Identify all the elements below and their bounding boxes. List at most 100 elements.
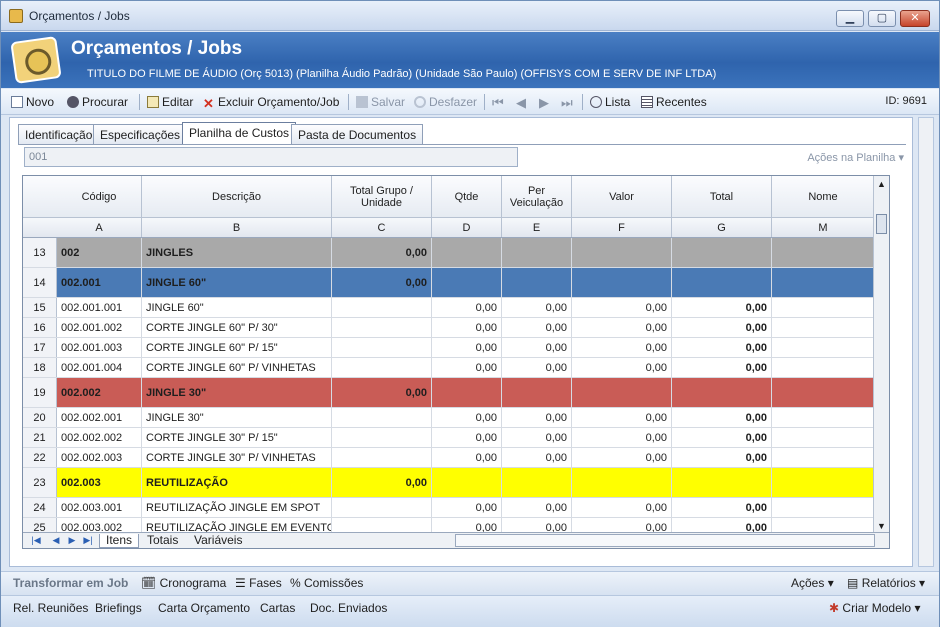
grid-cell[interactable]: 0,00 bbox=[672, 428, 772, 447]
prev-sheet-icon[interactable]: ◀ bbox=[51, 535, 61, 546]
grid-cell[interactable]: JINGLE 60" bbox=[142, 298, 332, 317]
grid-vertical-scrollbar[interactable]: ▲ ▼ bbox=[873, 176, 889, 534]
sheet-tab-variaveis[interactable]: Variáveis bbox=[188, 534, 248, 548]
previous-record-button[interactable]: ◀ bbox=[516, 95, 526, 111]
grid-cell[interactable]: 0,00 bbox=[432, 358, 502, 377]
grid-cell[interactable]: 0,00 bbox=[572, 338, 672, 357]
grid-cell[interactable]: 0,00 bbox=[432, 338, 502, 357]
grid-cell[interactable]: 002 bbox=[57, 238, 142, 267]
procurar-button[interactable]: Procurar bbox=[67, 95, 128, 109]
grid-cell[interactable]: 0,00 bbox=[572, 298, 672, 317]
column-letter[interactable]: M bbox=[772, 218, 875, 237]
grid-cell[interactable] bbox=[772, 338, 875, 357]
next-sheet-icon[interactable]: ▶ bbox=[67, 535, 77, 546]
grid-cell[interactable]: 002.001.001 bbox=[57, 298, 142, 317]
table-row[interactable]: 20 002.002.001 JINGLE 30" 0,00 0,00 0,00 0,00 bbox=[23, 408, 875, 428]
grid-cell[interactable]: 0,00 bbox=[672, 318, 772, 337]
column-header[interactable]: Código bbox=[57, 176, 142, 217]
novo-button[interactable]: Novo bbox=[11, 95, 54, 109]
table-row[interactable]: 17 002.001.003 CORTE JINGLE 60" P/ 15" 0,00… bbox=[23, 338, 875, 358]
grid-cell[interactable]: 0,00 bbox=[672, 338, 772, 357]
briefings-link[interactable]: Briefings bbox=[95, 601, 142, 615]
group-row[interactable]: 14 002.001 JINGLE 60" 0,00 bbox=[23, 268, 875, 298]
doc-enviados-link[interactable]: Doc. Enviados bbox=[310, 601, 387, 615]
grid-cell[interactable] bbox=[572, 468, 672, 497]
group-row[interactable]: 19 002.002 JINGLE 30" 0,00 bbox=[23, 378, 875, 408]
table-row[interactable]: 15 002.001.001 JINGLE 60" 0,00 0,00 0,00 0,00 bbox=[23, 298, 875, 318]
lista-button[interactable]: Lista bbox=[590, 95, 630, 109]
grid-cell[interactable] bbox=[772, 428, 875, 447]
grid-cell[interactable] bbox=[332, 298, 432, 317]
spreadsheet-grid[interactable]: Código Descrição Total Grupo / Unidade Qtde… bbox=[22, 175, 890, 549]
grid-cell[interactable]: 0,00 bbox=[572, 448, 672, 467]
grid-cell[interactable]: 0,00 bbox=[502, 428, 572, 447]
column-header[interactable]: Descrição bbox=[142, 176, 332, 217]
grid-cell[interactable] bbox=[772, 238, 875, 267]
column-header[interactable]: Nome bbox=[772, 176, 875, 217]
carta-orcamento-link[interactable]: Carta Orçamento bbox=[158, 601, 250, 615]
table-row[interactable]: 22 002.002.003 CORTE JINGLE 30" P/ VINHETA… bbox=[23, 448, 875, 468]
title-bar[interactable]: Orçamentos / Jobs ▁ ▢ ✕ bbox=[1, 1, 939, 31]
grid-cell[interactable] bbox=[772, 408, 875, 427]
grid-cell[interactable]: 0,00 bbox=[432, 408, 502, 427]
grid-cell[interactable]: JINGLE 60" bbox=[142, 268, 332, 297]
rel-reunioes-link[interactable]: Rel. Reuniões bbox=[13, 601, 88, 615]
tab-pasta-de-documentos[interactable]: Pasta de Documentos bbox=[291, 124, 424, 144]
grid-cell[interactable]: 0,00 bbox=[432, 428, 502, 447]
table-row[interactable]: 21 002.002.002 CORTE JINGLE 30" P/ 15" 0,00… bbox=[23, 428, 875, 448]
grid-cell[interactable] bbox=[332, 338, 432, 357]
grid-cell[interactable]: CORTE JINGLE 30" P/ 15" bbox=[142, 428, 332, 447]
grid-cell[interactable] bbox=[572, 378, 672, 407]
grid-cell[interactable]: CORTE JINGLE 60" P/ 30" bbox=[142, 318, 332, 337]
recentes-button[interactable]: Recentes bbox=[641, 95, 707, 109]
grid-cell[interactable]: 0,00 bbox=[572, 318, 672, 337]
grid-cell[interactable]: 0,00 bbox=[672, 298, 772, 317]
grid-cell[interactable] bbox=[332, 498, 432, 517]
grid-cell[interactable]: JINGLE 30" bbox=[142, 408, 332, 427]
grid-cell[interactable] bbox=[332, 428, 432, 447]
fases-button[interactable]: ☰ Fases bbox=[235, 576, 282, 590]
grid-cell[interactable]: 0,00 bbox=[432, 448, 502, 467]
desfazer-button[interactable]: Desfazer bbox=[414, 95, 477, 109]
grid-cell[interactable]: 0,00 bbox=[572, 408, 672, 427]
group-row[interactable]: 23 002.003 REUTILIZAÇÃO 0,00 bbox=[23, 468, 875, 498]
grid-cell[interactable] bbox=[432, 268, 502, 297]
grid-cell[interactable] bbox=[432, 238, 502, 267]
tab-planilha-de-custos[interactable]: Planilha de Custos bbox=[182, 122, 297, 145]
grid-cell[interactable]: CORTE JINGLE 30" P/ VINHETAS bbox=[142, 448, 332, 467]
column-header[interactable]: Total Grupo / Unidade bbox=[332, 176, 432, 217]
grid-cell[interactable]: CORTE JINGLE 60" P/ VINHETAS bbox=[142, 358, 332, 377]
column-header[interactable]: Total bbox=[672, 176, 772, 217]
grid-cell[interactable]: 0,00 bbox=[502, 498, 572, 517]
close-button[interactable]: ✕ bbox=[900, 10, 930, 27]
grid-cell[interactable]: 002.003 bbox=[57, 468, 142, 497]
last-record-button[interactable]: ⏭ bbox=[561, 95, 573, 111]
grid-cell[interactable] bbox=[772, 378, 875, 407]
grid-cell[interactable] bbox=[672, 238, 772, 267]
column-letter[interactable]: G bbox=[672, 218, 772, 237]
editar-button[interactable]: Editar bbox=[147, 95, 193, 109]
relatorios-menu[interactable]: ▤ Relatórios ▾ bbox=[847, 576, 925, 590]
grid-cell[interactable] bbox=[672, 468, 772, 497]
next-record-button[interactable]: ▶ bbox=[539, 95, 549, 111]
grid-cell[interactable] bbox=[332, 408, 432, 427]
grid-cell[interactable]: 0,00 bbox=[502, 448, 572, 467]
grid-cell[interactable] bbox=[572, 238, 672, 267]
column-header[interactable]: Valor bbox=[572, 176, 672, 217]
first-sheet-icon[interactable]: |◀ bbox=[31, 535, 41, 546]
grid-cell[interactable] bbox=[772, 268, 875, 297]
grid-cell[interactable] bbox=[772, 358, 875, 377]
grid-cell[interactable]: 0,00 bbox=[432, 318, 502, 337]
grid-cell[interactable]: 0,00 bbox=[432, 498, 502, 517]
comissoes-button[interactable]: % Comissões bbox=[290, 576, 363, 590]
grid-cell[interactable] bbox=[432, 468, 502, 497]
grid-cell[interactable]: REUTILIZAÇÃO bbox=[142, 468, 332, 497]
grid-cell[interactable]: 0,00 bbox=[572, 498, 672, 517]
scroll-up-icon[interactable]: ▲ bbox=[874, 176, 889, 192]
table-row[interactable]: 18 002.001.004 CORTE JINGLE 60" P/ VINHETA… bbox=[23, 358, 875, 378]
excluir-button[interactable]: ✕ Excluir Orçamento/Job bbox=[203, 95, 339, 110]
grid-cell[interactable]: 0,00 bbox=[672, 448, 772, 467]
column-header[interactable]: Qtde bbox=[432, 176, 502, 217]
grid-cell[interactable] bbox=[772, 298, 875, 317]
column-letter[interactable]: A bbox=[57, 218, 142, 237]
